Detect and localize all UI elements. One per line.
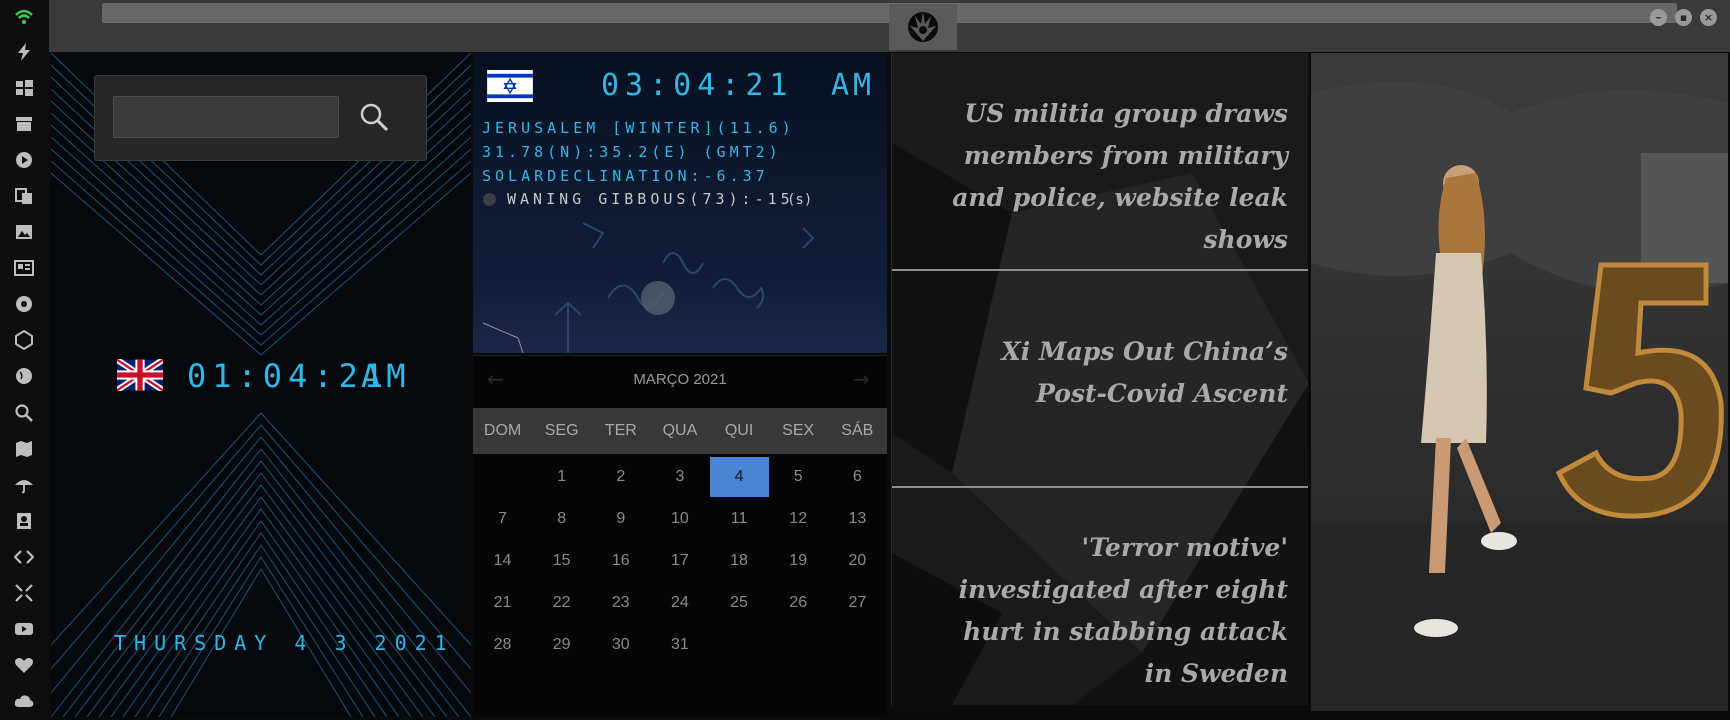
israel-ampm: AM <box>831 68 876 103</box>
calendar-day[interactable]: 25 <box>710 583 769 623</box>
weekday-label: QUI <box>724 422 754 439</box>
calendar-day[interactable]: 24 <box>650 583 709 623</box>
calendar-day[interactable]: 3 <box>650 457 709 497</box>
calendar-day[interactable]: 29 <box>532 625 591 665</box>
calendar-day[interactable]: 22 <box>532 583 591 623</box>
settings-badge-icon[interactable] <box>11 291 37 317</box>
fashion-photo <box>1311 53 1728 711</box>
newspaper-icon[interactable] <box>11 255 37 281</box>
headline-2[interactable]: Xi Maps Out China’s Post-Covid Ascent <box>948 331 1288 415</box>
calendar-day[interactable]: 16 <box>591 541 650 581</box>
calendar-day[interactable]: 31 <box>650 625 709 665</box>
calendar-day[interactable]: 12 <box>769 499 828 539</box>
windows-icon[interactable] <box>11 75 37 101</box>
calendar-day[interactable]: 18 <box>710 541 769 581</box>
calendar-day[interactable]: 9 <box>591 499 650 539</box>
next-month-button[interactable]: → <box>853 367 870 391</box>
calendar-day[interactable]: 1 <box>532 457 591 497</box>
search-icon <box>360 103 389 132</box>
globe-icon[interactable] <box>11 363 37 389</box>
archive-icon[interactable] <box>11 111 37 137</box>
close-button[interactable]: × <box>1700 9 1717 26</box>
weekday-label: QUA <box>662 422 698 439</box>
icon-rail <box>0 0 49 720</box>
fullscreen-icon[interactable] <box>11 580 37 606</box>
calendar-day[interactable]: 26 <box>769 583 828 623</box>
calendar-day[interactable]: 30 <box>591 625 650 665</box>
israel-time: 03:04:21 <box>601 68 794 103</box>
moon-phase-icon <box>483 193 496 206</box>
hexagon-icon[interactable] <box>11 327 37 353</box>
search-button[interactable] <box>357 100 391 134</box>
calendar-day[interactable]: 5 <box>769 457 828 497</box>
contacts-icon[interactable] <box>11 508 37 534</box>
calendar-day[interactable]: 15 <box>532 541 591 581</box>
solar-declination-text: SOLARDECLINATION:-6.37 <box>482 167 769 185</box>
search-box <box>94 75 427 161</box>
calendar-day[interactable]: 6 <box>828 457 887 497</box>
rebel-alliance-icon <box>908 12 938 42</box>
israel-flag-icon <box>487 70 533 102</box>
calendar-day-today[interactable]: 4 <box>709 457 769 497</box>
moon-phase-unit: (s) <box>787 192 813 208</box>
calendar-day[interactable]: 2 <box>591 457 650 497</box>
calendar-day[interactable]: 7 <box>473 499 532 539</box>
calendar-day[interactable]: 23 <box>591 583 650 623</box>
calendar-day[interactable]: 28 <box>473 625 532 665</box>
uk-flag-icon <box>117 359 163 391</box>
wifi-icon[interactable] <box>11 4 37 30</box>
heart-icon[interactable] <box>11 652 37 678</box>
umbrella-icon[interactable] <box>11 472 37 498</box>
weekday-label: TER <box>604 422 637 439</box>
weekday-label: SEG <box>544 422 579 439</box>
map-icon[interactable] <box>11 436 37 462</box>
maximize-button[interactable]: ▪ <box>1675 9 1692 26</box>
coordinates-text: 31.78(N):35.2(E) (GMT2) <box>482 143 782 161</box>
calendar-day[interactable]: 14 <box>473 541 532 581</box>
headline-3[interactable]: 'Terror motive' investigated after eight… <box>948 527 1288 695</box>
headline-1[interactable]: US militia group draws members from mili… <box>948 93 1288 261</box>
calendar-day[interactable]: 19 <box>769 541 828 581</box>
code-icon[interactable] <box>11 544 37 570</box>
photo-panel <box>1311 53 1728 711</box>
weekday-label: SÁB <box>841 422 874 439</box>
moon-phase-text: WANING GIBBOUS(73):-15 <box>507 190 794 208</box>
calendar-day[interactable]: 17 <box>650 541 709 581</box>
news-separator <box>892 269 1308 271</box>
rebel-logo-tab[interactable] <box>889 4 957 50</box>
news-separator <box>892 486 1308 488</box>
desktop: – ▪ × 01:04:21 AM THURSDAY 4 3 2021 03:0… <box>0 0 1730 720</box>
calendar-day[interactable]: 8 <box>532 499 591 539</box>
weekday-label: DOM <box>483 422 522 439</box>
image-icon[interactable] <box>11 219 37 245</box>
calendar-month-label: MARÇO 2021 <box>633 371 727 388</box>
weekday-header: DOM SEG TER QUA QUI SEX SÁB <box>473 408 887 454</box>
translate-icon[interactable] <box>11 183 37 209</box>
weekday-label: SEX <box>782 422 815 439</box>
youtube-icon[interactable] <box>11 616 37 642</box>
calendar-header: ← MARÇO 2021 → <box>473 356 887 406</box>
calendar: ← MARÇO 2021 → DOM SEG TER QUA QUI SEX SÁB 123… <box>473 355 887 717</box>
news-panel: US militia group draws members from mili… <box>891 53 1308 705</box>
uk-clock-panel: 01:04:21 AM THURSDAY 4 3 2021 <box>51 53 471 717</box>
calendar-day[interactable]: 10 <box>650 499 709 539</box>
uk-time: 01:04:21 <box>187 357 390 395</box>
cloud-icon[interactable] <box>11 688 37 714</box>
calendar-day[interactable]: 21 <box>473 583 532 623</box>
calendar-day[interactable]: 27 <box>828 583 887 623</box>
lightning-icon[interactable] <box>11 39 37 65</box>
location-text: JERUSALEM [WINTER](11.6) <box>482 119 795 137</box>
minimize-button[interactable]: – <box>1650 9 1667 26</box>
israel-clock-panel: 03:04:21 AM JERUSALEM [WINTER](11.6) 31.… <box>473 53 887 353</box>
calendar-day[interactable]: 11 <box>710 499 769 539</box>
search-input[interactable] <box>113 96 339 138</box>
calendar-day[interactable]: 13 <box>828 499 887 539</box>
date-text: THURSDAY 4 3 2021 <box>114 631 455 655</box>
search-icon[interactable] <box>11 400 37 426</box>
calendar-day[interactable]: 20 <box>828 541 887 581</box>
top-bar: – ▪ × <box>49 0 1730 52</box>
play-icon[interactable] <box>11 147 37 173</box>
uk-ampm: AM <box>361 357 412 395</box>
